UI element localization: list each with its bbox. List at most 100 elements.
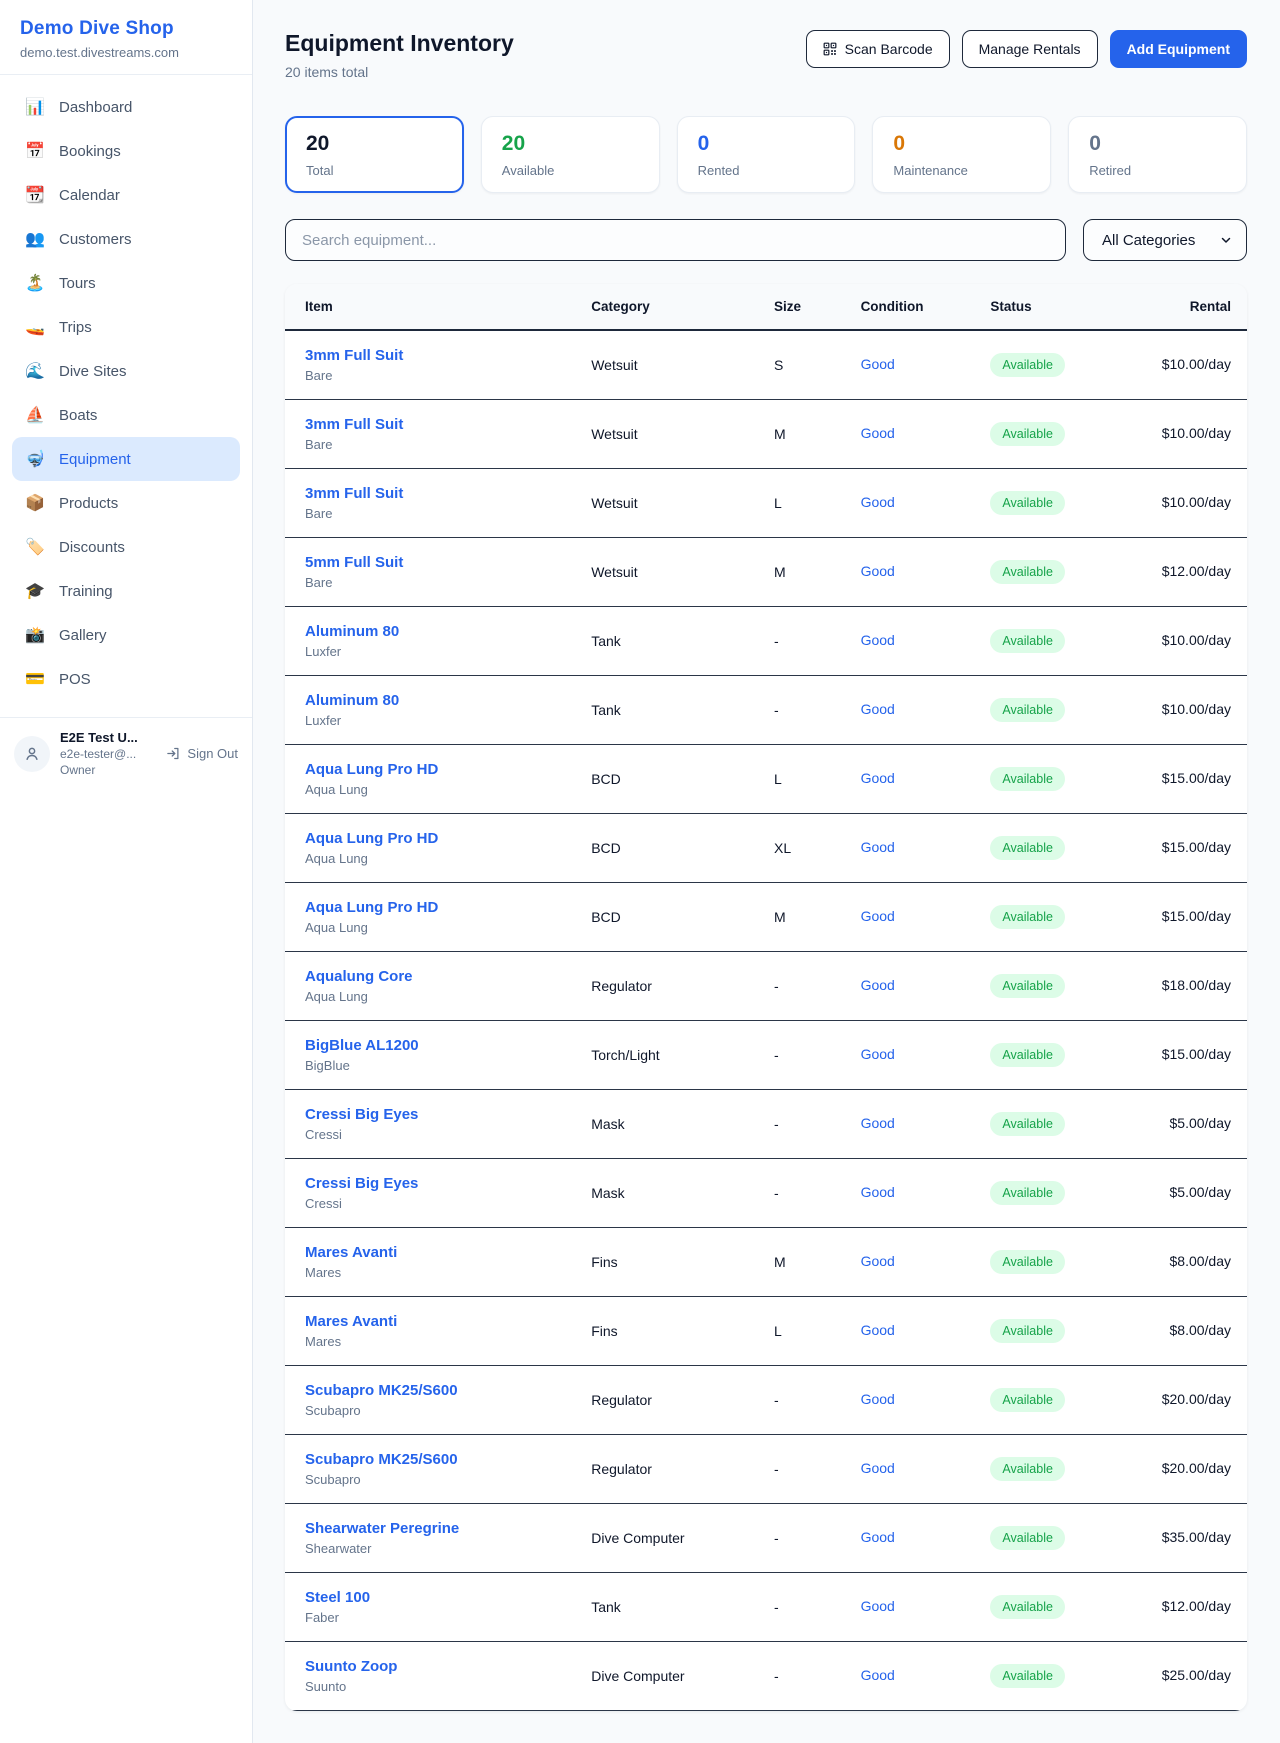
- sign-out-button[interactable]: Sign Out: [166, 746, 238, 761]
- manage-rentals-button[interactable]: Manage Rentals: [962, 30, 1098, 68]
- item-category: Regulator: [583, 951, 766, 1020]
- column-header-rental[interactable]: Rental: [1132, 284, 1247, 330]
- column-header-item[interactable]: Item: [285, 284, 583, 330]
- item-name-link[interactable]: Shearwater Peregrine: [305, 1520, 575, 1537]
- sidebar-item-label: Dive Sites: [59, 363, 127, 380]
- item-name-link[interactable]: Steel 100: [305, 1589, 575, 1606]
- condition-link[interactable]: Good: [861, 1253, 895, 1269]
- scan-barcode-label: Scan Barcode: [845, 41, 933, 57]
- item-name-link[interactable]: Aluminum 80: [305, 623, 575, 640]
- item-name-link[interactable]: Aqua Lung Pro HD: [305, 899, 575, 916]
- item-name-link[interactable]: Aluminum 80: [305, 692, 575, 709]
- sidebar-item-pos[interactable]: 💳 POS: [12, 657, 240, 701]
- stat-label: Total: [306, 163, 443, 178]
- sidebar-item-label: Calendar: [59, 187, 120, 204]
- condition-link[interactable]: Good: [861, 632, 895, 648]
- user-role: Owner: [60, 763, 156, 777]
- condition-link[interactable]: Good: [861, 1115, 895, 1131]
- sidebar-item-equipment[interactable]: 🤿 Equipment: [12, 437, 240, 481]
- item-name-link[interactable]: Aqua Lung Pro HD: [305, 830, 575, 847]
- item-category: Wetsuit: [583, 468, 766, 537]
- item-name-link[interactable]: 3mm Full Suit: [305, 416, 575, 433]
- item-brand: Suunto: [305, 1679, 575, 1694]
- condition-link[interactable]: Good: [861, 563, 895, 579]
- user-name: E2E Test U...: [60, 730, 156, 745]
- condition-link[interactable]: Good: [861, 701, 895, 717]
- stat-card-total[interactable]: 20 Total: [285, 116, 464, 193]
- table-row: Mares Avanti Mares Fins L Good Available…: [285, 1296, 1247, 1365]
- item-size: XL: [766, 813, 853, 882]
- item-size: -: [766, 675, 853, 744]
- sidebar-item-gallery[interactable]: 📸 Gallery: [12, 613, 240, 657]
- sidebar-item-training[interactable]: 🎓 Training: [12, 569, 240, 613]
- condition-link[interactable]: Good: [861, 770, 895, 786]
- filters-row: All Categories: [285, 219, 1247, 261]
- column-header-condition[interactable]: Condition: [853, 284, 983, 330]
- item-name-link[interactable]: Scubapro MK25/S600: [305, 1451, 575, 1468]
- item-name-link[interactable]: Mares Avanti: [305, 1244, 575, 1261]
- item-size: -: [766, 1434, 853, 1503]
- condition-link[interactable]: Good: [861, 1598, 895, 1614]
- stat-card-retired[interactable]: 0 Retired: [1068, 116, 1247, 193]
- stat-card-available[interactable]: 20 Available: [481, 116, 660, 193]
- table-row: Scubapro MK25/S600 Scubapro Regulator - …: [285, 1365, 1247, 1434]
- add-equipment-button[interactable]: Add Equipment: [1110, 30, 1247, 68]
- item-name-link[interactable]: Cressi Big Eyes: [305, 1175, 575, 1192]
- item-name-link[interactable]: 5mm Full Suit: [305, 554, 575, 571]
- item-brand: Shearwater: [305, 1541, 575, 1556]
- condition-link[interactable]: Good: [861, 1046, 895, 1062]
- item-name-link[interactable]: 3mm Full Suit: [305, 485, 575, 502]
- item-name-link[interactable]: Cressi Big Eyes: [305, 1106, 575, 1123]
- condition-link[interactable]: Good: [861, 1529, 895, 1545]
- sidebar-item-bookings[interactable]: 📅 Bookings: [12, 129, 240, 173]
- item-size: M: [766, 399, 853, 468]
- condition-link[interactable]: Good: [861, 494, 895, 510]
- sidebar-item-boats[interactable]: ⛵ Boats: [12, 393, 240, 437]
- status-badge: Available: [990, 767, 1065, 791]
- status-badge: Available: [990, 836, 1065, 860]
- sidebar-item-dive-sites[interactable]: 🌊 Dive Sites: [12, 349, 240, 393]
- item-brand: Aqua Lung: [305, 989, 575, 1004]
- column-header-category[interactable]: Category: [583, 284, 766, 330]
- category-select[interactable]: All Categories: [1083, 219, 1247, 261]
- table-row: Aqualung Core Aqua Lung Regulator - Good…: [285, 951, 1247, 1020]
- sidebar-item-tours[interactable]: 🏝️ Tours: [12, 261, 240, 305]
- item-name-link[interactable]: Aqualung Core: [305, 968, 575, 985]
- condition-link[interactable]: Good: [861, 1322, 895, 1338]
- column-header-status[interactable]: Status: [982, 284, 1131, 330]
- sidebar-item-products[interactable]: 📦 Products: [12, 481, 240, 525]
- item-name-link[interactable]: Suunto Zoop: [305, 1658, 575, 1675]
- equipment-table-card: Item Category Size Condition Status Rent…: [285, 284, 1247, 1711]
- table-row: Aqua Lung Pro HD Aqua Lung BCD L Good Av…: [285, 744, 1247, 813]
- stat-value: 20: [306, 132, 443, 156]
- stat-card-rented[interactable]: 0 Rented: [677, 116, 856, 193]
- column-header-size[interactable]: Size: [766, 284, 853, 330]
- condition-link[interactable]: Good: [861, 1184, 895, 1200]
- sidebar-item-trips[interactable]: 🚤 Trips: [12, 305, 240, 349]
- condition-link[interactable]: Good: [861, 839, 895, 855]
- sidebar-item-customers[interactable]: 👥 Customers: [12, 217, 240, 261]
- condition-link[interactable]: Good: [861, 356, 895, 372]
- shop-name[interactable]: Demo Dive Shop: [20, 18, 232, 40]
- rental-rate: $5.00/day: [1170, 1115, 1232, 1131]
- condition-link[interactable]: Good: [861, 977, 895, 993]
- condition-link[interactable]: Good: [861, 908, 895, 924]
- stat-card-maintenance[interactable]: 0 Maintenance: [872, 116, 1051, 193]
- condition-link[interactable]: Good: [861, 425, 895, 441]
- sidebar-item-dashboard[interactable]: 📊 Dashboard: [12, 85, 240, 129]
- item-name-link[interactable]: Aqua Lung Pro HD: [305, 761, 575, 778]
- item-brand: Scubapro: [305, 1403, 575, 1418]
- condition-link[interactable]: Good: [861, 1460, 895, 1476]
- search-input[interactable]: [302, 232, 1049, 249]
- item-name-link[interactable]: Scubapro MK25/S600: [305, 1382, 575, 1399]
- sidebar-item-calendar[interactable]: 📆 Calendar: [12, 173, 240, 217]
- condition-link[interactable]: Good: [861, 1391, 895, 1407]
- condition-link[interactable]: Good: [861, 1667, 895, 1683]
- item-name-link[interactable]: 3mm Full Suit: [305, 347, 575, 364]
- sidebar-item-discounts[interactable]: 🏷️ Discounts: [12, 525, 240, 569]
- rental-rate: $20.00/day: [1162, 1391, 1231, 1407]
- item-name-link[interactable]: BigBlue AL1200: [305, 1037, 575, 1054]
- item-name-link[interactable]: Mares Avanti: [305, 1313, 575, 1330]
- scan-barcode-button[interactable]: Scan Barcode: [806, 30, 950, 68]
- status-badge: Available: [990, 1664, 1065, 1688]
